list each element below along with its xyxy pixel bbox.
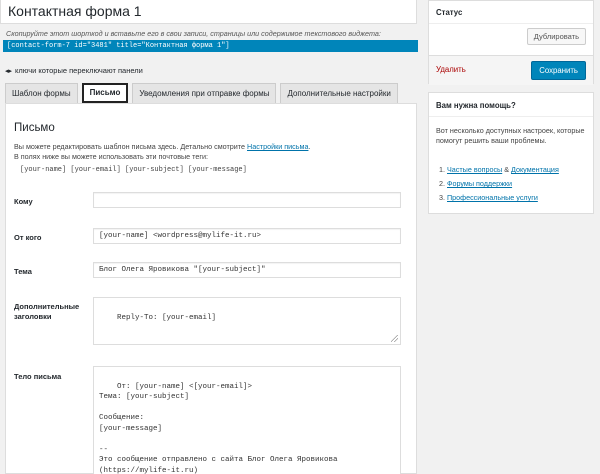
shortcode-hint: Скопируйте этот шорткод и вставьте его в… (6, 29, 381, 38)
docs-link[interactable]: Документация (511, 165, 559, 174)
status-box: Статус Дублировать Удалить Сохранить (428, 0, 594, 85)
body-textarea[interactable]: От: [your-name] <[your-email]> Тема: [yo… (93, 366, 401, 474)
from-label: От кого (14, 233, 42, 242)
list-item: Форумы поддержки (447, 177, 559, 191)
panel-description: Вы можете редактировать шаблон письма зд… (14, 142, 310, 162)
from-input[interactable]: [your-name] <wordpress@mylife-it.ru> (93, 228, 401, 244)
body-value: От: [your-name] <[your-email]> Тема: [yo… (99, 382, 338, 474)
faq-link[interactable]: Частые вопросы (447, 165, 502, 174)
faq-join: & (502, 165, 512, 174)
shortcode-field[interactable]: [contact-form-7 id="3481" title="Контакт… (3, 40, 418, 52)
mail-settings-link[interactable]: Настройки письма (247, 142, 308, 151)
toggle-arrows-icon: ◂▸ (5, 67, 13, 75)
panel-toggle-label: ключи которые переключают панели (15, 66, 143, 75)
support-forums-link[interactable]: Форумы поддержки (447, 179, 512, 188)
panel-toggle-note: ◂▸ ключи которые переключают панели (5, 66, 143, 75)
duplicate-button[interactable]: Дублировать (526, 28, 586, 45)
delete-link[interactable]: Удалить (436, 65, 466, 74)
panel-heading: Письмо (14, 122, 55, 134)
resize-grip-icon[interactable] (391, 335, 398, 342)
headers-value: Reply-To: [your-email] (117, 313, 217, 322)
headers-label: Дополнительные заголовки (14, 302, 80, 321)
help-links: Частые вопросы & Документация Форумы под… (447, 163, 559, 205)
list-item: Частые вопросы & Документация (447, 163, 559, 177)
help-description: Вот несколько доступных настроек, которы… (436, 126, 585, 145)
to-label: Кому (14, 197, 33, 206)
form-tabs: Шаблон формы Письмо Уведомления при отпр… (5, 83, 415, 103)
tab-messages[interactable]: Уведомления при отправке формы (132, 83, 277, 103)
subject-input[interactable]: Блог Олега Яровикова "[your-subject]" (93, 262, 401, 278)
headers-textarea[interactable]: Reply-To: [your-email] (93, 297, 401, 345)
to-input[interactable] (93, 192, 401, 208)
help-title: Вам нужна помощь? (436, 101, 516, 110)
professional-services-link[interactable]: Профессиональные услуги (447, 193, 538, 202)
mail-panel: Письмо Вы можете редактировать шаблон пи… (5, 103, 417, 474)
body-label: Тело письма (14, 372, 62, 381)
desc-line2: В полях ниже вы можете использовать эти … (14, 152, 209, 161)
save-button[interactable]: Сохранить (531, 61, 586, 80)
status-divider (429, 23, 593, 24)
help-divider (429, 116, 593, 117)
tab-form-template[interactable]: Шаблон формы (5, 83, 78, 103)
help-box: Вам нужна помощь? Вот несколько доступны… (428, 92, 594, 214)
status-footer: Удалить Сохранить (429, 55, 593, 85)
tab-mail[interactable]: Письмо (81, 83, 129, 103)
desc-prefix: Вы можете редактировать шаблон письма зд… (14, 142, 246, 151)
status-title: Статус (436, 8, 463, 17)
tab-additional-settings[interactable]: Дополнительные настройки (280, 83, 398, 103)
form-title-input[interactable]: Контактная форма 1 (0, 0, 417, 24)
mail-tags: [your-name] [your-email] [your-subject] … (20, 166, 247, 174)
list-item: Профессиональные услуги (447, 191, 559, 205)
desc-suffix: . (308, 142, 311, 151)
subject-label: Тема (14, 267, 32, 276)
